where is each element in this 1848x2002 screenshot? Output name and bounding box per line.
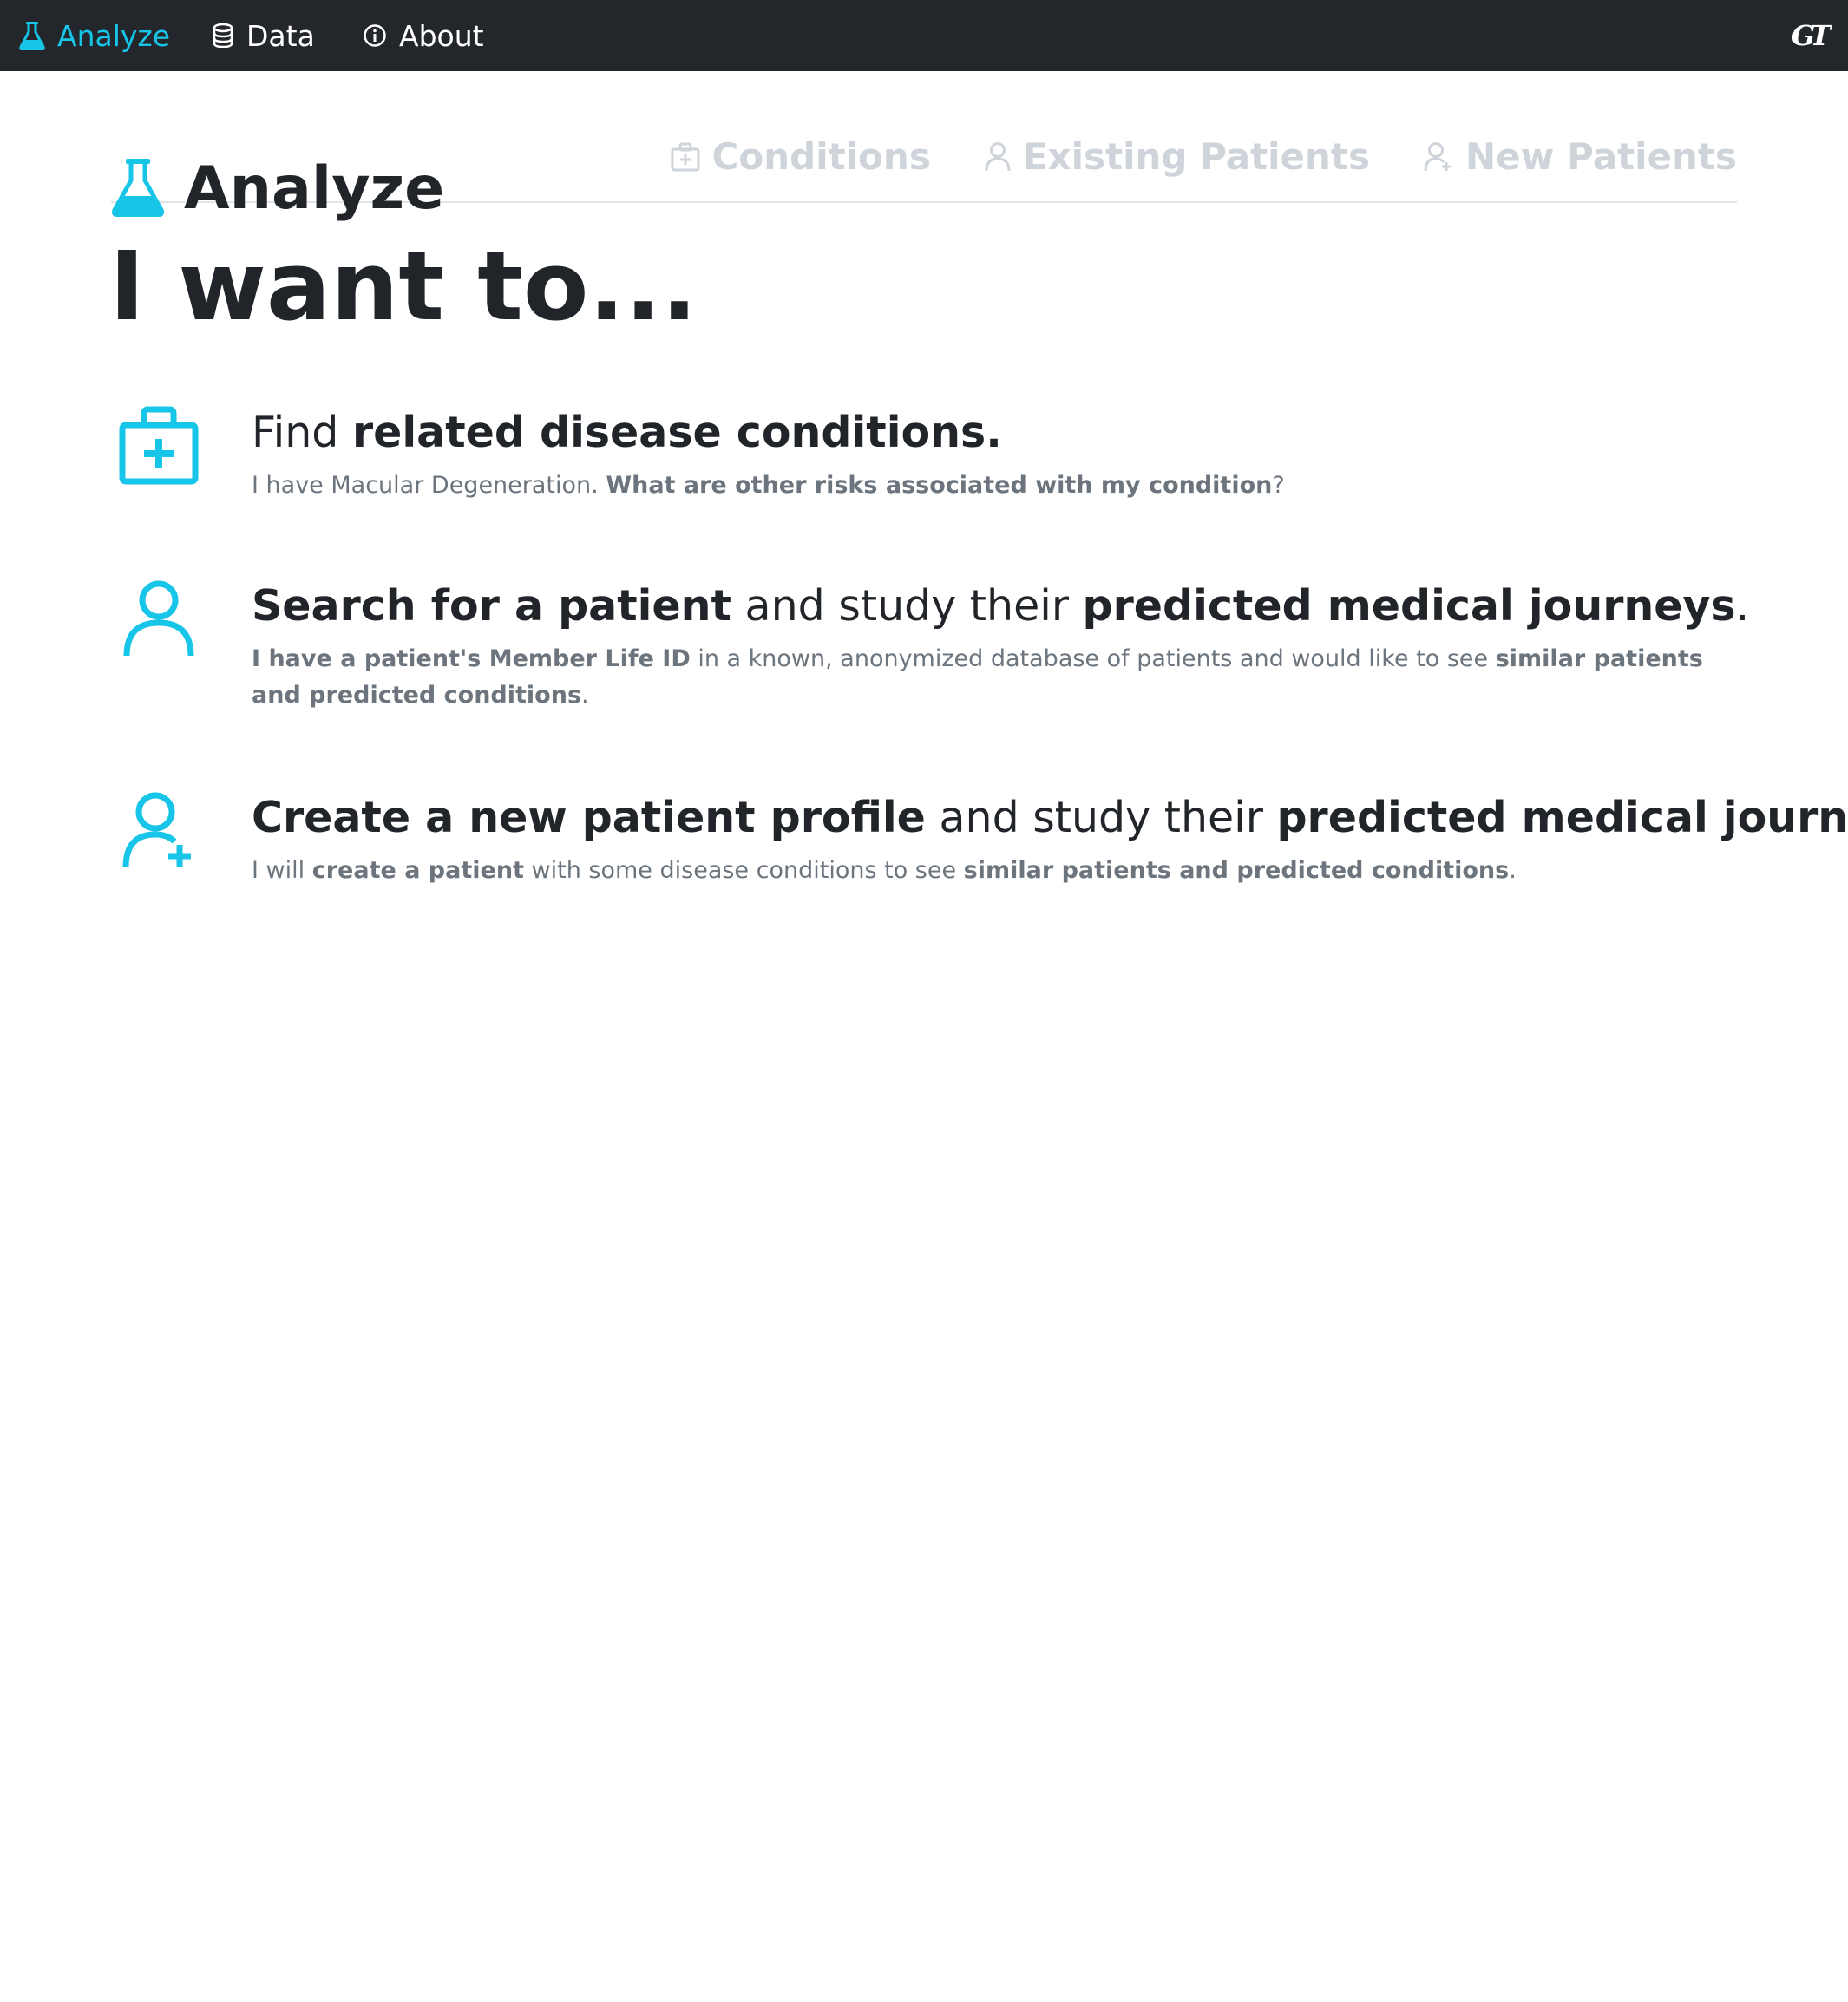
user-plus-icon: [1424, 141, 1453, 173]
option-description: I will create a patient with some diseas…: [252, 853, 1742, 889]
user-icon: [111, 579, 206, 658]
info-circle-icon: [363, 23, 387, 48]
option-find-conditions[interactable]: Find related disease conditions. I have …: [111, 406, 1742, 519]
heading-text-bold: predicted medical journey: [1276, 793, 1848, 842]
option-description: I have Macular Degeneration. What are ot…: [252, 468, 1742, 504]
option-heading: Create a new patient profile and study t…: [252, 791, 1848, 844]
description-text-bold: I have a patient's Member Life ID: [252, 645, 691, 673]
flask-icon: [19, 21, 45, 50]
tab-label: Conditions: [711, 135, 931, 178]
heading-text: .: [1735, 581, 1750, 631]
heading-text: and study their: [731, 581, 1083, 631]
tab-conditions[interactable]: Conditions: [671, 135, 931, 178]
nav-item-label: Analyze: [57, 18, 171, 53]
description-text: in a known, anonymized database of patie…: [690, 645, 1496, 673]
option-body: Find related disease conditions. I have …: [252, 406, 1742, 504]
description-text: .: [1509, 857, 1517, 885]
user-plus-icon: [111, 791, 206, 869]
heading-text: and study their: [925, 793, 1277, 842]
user-icon: [985, 141, 1011, 173]
option-body: Search for a patient and study their pre…: [252, 579, 1749, 714]
option-search-patient[interactable]: Search for a patient and study their pre…: [111, 579, 1749, 727]
nav-item-data[interactable]: Data: [212, 0, 315, 71]
description-text: I have Macular Degeneration.: [252, 472, 606, 500]
heading-text: Find: [252, 408, 352, 457]
tab-existing-patients[interactable]: Existing Patients: [985, 135, 1370, 178]
description-text: with some disease conditions to see: [523, 857, 964, 885]
tab-label: Existing Patients: [1022, 135, 1370, 178]
description-text-bold: create a patient: [311, 857, 524, 885]
section-tabs: Conditions Existing Patients New Patient…: [617, 135, 1737, 178]
heading-text-bold: related disease conditions.: [351, 408, 1002, 457]
medkit-icon: [671, 142, 700, 172]
nav-item-label: Data: [246, 18, 315, 53]
description-text: I will: [252, 857, 312, 885]
option-heading: Find related disease conditions.: [252, 406, 1742, 459]
description-text-bold: similar patients and predicted condition…: [963, 857, 1510, 885]
tab-new-patients[interactable]: New Patients: [1424, 135, 1737, 178]
tab-label: New Patients: [1465, 135, 1737, 178]
description-text: ?: [1272, 472, 1285, 500]
main-heading: I want to...: [109, 231, 698, 342]
nav-item-label: About: [399, 18, 484, 53]
heading-text-bold: predicted medical journeys: [1082, 581, 1736, 631]
option-heading: Search for a patient and study their pre…: [252, 579, 1749, 632]
database-icon: [212, 23, 234, 48]
gt-logo[interactable]: GT: [1792, 19, 1831, 52]
heading-text-bold: Search for a patient: [252, 581, 731, 631]
page-header: Analyze Conditions Existing Patients New…: [111, 104, 1737, 218]
option-body: Create a new patient profile and study t…: [252, 791, 1848, 889]
top-navbar: Analyze Data About GT: [0, 0, 1848, 71]
page-title: Analyze: [184, 154, 445, 223]
medkit-icon: [111, 406, 206, 486]
description-text: .: [581, 682, 589, 710]
nav-item-analyze[interactable]: Analyze: [19, 0, 170, 71]
heading-text-bold: Create a new patient profile: [252, 793, 926, 842]
nav-item-about[interactable]: About: [363, 0, 484, 71]
description-text-bold: What are other risks associated with my …: [606, 472, 1273, 500]
flask-icon: [111, 158, 165, 220]
option-description: I have a patient's Member Life ID in a k…: [252, 641, 1742, 714]
option-create-patient[interactable]: Create a new patient profile and study t…: [111, 791, 1848, 904]
